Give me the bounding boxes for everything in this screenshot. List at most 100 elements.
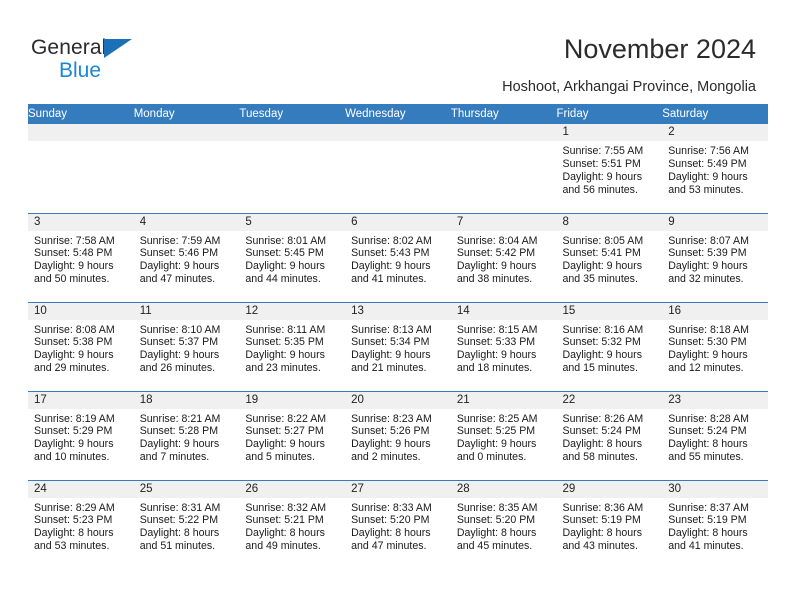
- sunrise-time: Sunrise: 8:35 AM: [456, 501, 538, 514]
- daylight-duration-line1: Daylight: 9 hours: [245, 349, 325, 362]
- sunrise-time: Sunrise: 8:18 AM: [668, 323, 749, 336]
- calendar-day-cell[interactable]: 13 Sunrise: 8:13 AM Sunset: 5:34 PM Dayligh…: [345, 301, 451, 391]
- calendar-day-cell[interactable]: 27 Sunrise: 8:33 AM Sunset: 5:20 PM Dayligh…: [345, 479, 451, 569]
- day-number: 6: [345, 213, 451, 231]
- daylight-duration-line1: Daylight: 9 hours: [562, 349, 643, 362]
- calendar-day-cell[interactable]: 24 Sunrise: 8:29 AM Sunset: 5:23 PM Dayligh…: [28, 479, 134, 569]
- sunset-time: Sunset: 5:41 PM: [562, 247, 641, 260]
- daylight-duration-line1: Daylight: 8 hours: [456, 527, 537, 540]
- calendar-day-cell[interactable]: 25 Sunrise: 8:31 AM Sunset: 5:22 PM Dayligh…: [133, 479, 240, 569]
- sunset-time: Sunset: 5:48 PM: [34, 247, 113, 260]
- calendar-day-cell[interactable]: 9 Sunrise: 8:07 AM Sunset: 5:39 PM Daylight…: [662, 212, 768, 302]
- calendar-day-cell[interactable]: 28 Sunrise: 8:35 AM Sunset: 5:20 PM Dayligh…: [450, 479, 557, 569]
- sunrise-time: Sunrise: 8:13 AM: [351, 323, 432, 336]
- day-number: 9: [662, 213, 768, 231]
- sunset-time: Sunset: 5:46 PM: [139, 247, 219, 260]
- calendar-day-cell[interactable]: 10 Sunrise: 8:08 AM Sunset: 5:38 PM Dayligh…: [28, 301, 134, 391]
- day-sun-times: Sunrise: 8:18 AM Sunset: 5:30 PM Daylight:…: [662, 320, 768, 376]
- calendar-day-cell[interactable]: 20 Sunrise: 8:23 AM Sunset: 5:26 PM Dayligh…: [345, 390, 451, 480]
- sunrise-sunset-calendar-table: Sunday Monday Tuesday Wednesday Thursday…: [28, 104, 768, 569]
- daylight-duration-line2: and 50 minutes.: [34, 273, 110, 286]
- day-number: 2: [662, 124, 768, 141]
- calendar-day-cell[interactable]: 12 Sunrise: 8:11 AM Sunset: 5:35 PM Dayligh…: [239, 301, 346, 391]
- daylight-duration-line1: Daylight: 8 hours: [562, 438, 643, 451]
- daylight-duration-line2: and 53 minutes.: [34, 540, 110, 553]
- day-number: 27: [345, 480, 451, 498]
- calendar-day-cell[interactable]: 11 Sunrise: 8:10 AM Sunset: 5:37 PM Dayligh…: [133, 301, 240, 391]
- calendar-week-row: 10 Sunrise: 8:08 AM Sunset: 5:38 PM Dayligh…: [28, 301, 768, 391]
- calendar-day-cell[interactable]: 16 Sunrise: 8:18 AM Sunset: 5:30 PM Dayligh…: [662, 301, 768, 391]
- calendar-day-cell[interactable]: 2 Sunrise: 7:56 AM Sunset: 5:49 PM Daylight…: [662, 124, 768, 213]
- sunset-time: Sunset: 5:19 PM: [668, 514, 747, 527]
- calendar-day-cell[interactable]: 18 Sunrise: 8:21 AM Sunset: 5:28 PM Dayligh…: [133, 390, 240, 480]
- calendar-day-cell[interactable]: 6 Sunrise: 8:02 AM Sunset: 5:43 PM Daylight…: [345, 212, 451, 302]
- daylight-duration-line1: Daylight: 9 hours: [139, 349, 220, 362]
- day-cell-content: [450, 124, 557, 212]
- calendar-day-cell[interactable]: 8 Sunrise: 8:05 AM Sunset: 5:41 PM Daylight…: [556, 212, 663, 302]
- daylight-duration-line2: and 51 minutes.: [139, 540, 216, 553]
- calendar-day-cell[interactable]: 30 Sunrise: 8:37 AM Sunset: 5:19 PM Dayligh…: [662, 479, 768, 569]
- calendar-day-cell[interactable]: 4 Sunrise: 7:59 AM Sunset: 5:46 PM Daylight…: [133, 212, 240, 302]
- day-number: 5: [239, 213, 346, 231]
- day-number: 12: [239, 302, 346, 320]
- calendar-day-cell[interactable]: 19 Sunrise: 8:22 AM Sunset: 5:27 PM Dayligh…: [239, 390, 346, 480]
- daylight-duration-line1: Daylight: 9 hours: [351, 349, 431, 362]
- calendar-day-cell[interactable]: 5 Sunrise: 8:01 AM Sunset: 5:45 PM Daylight…: [239, 212, 346, 302]
- daylight-duration-line2: and 38 minutes.: [456, 273, 533, 286]
- day-cell-content: 3 Sunrise: 7:58 AM Sunset: 5:48 PM Daylight…: [28, 213, 134, 302]
- calendar-day-cell-empty: [28, 124, 134, 213]
- day-cell-content: 22 Sunrise: 8:26 AM Sunset: 5:24 PM Dayligh…: [556, 391, 663, 480]
- day-sun-times: Sunrise: 8:36 AM Sunset: 5:19 PM Daylight:…: [557, 498, 663, 554]
- calendar-day-cell[interactable]: 29 Sunrise: 8:36 AM Sunset: 5:19 PM Dayligh…: [556, 479, 663, 569]
- weekday-header-tuesday: Tuesday: [239, 104, 346, 124]
- calendar-week-row: 17 Sunrise: 8:19 AM Sunset: 5:29 PM Dayligh…: [28, 390, 768, 480]
- day-number: 19: [239, 391, 346, 409]
- calendar-day-cell[interactable]: 14 Sunrise: 8:15 AM Sunset: 5:33 PM Dayligh…: [450, 301, 557, 391]
- day-cell-content: 30 Sunrise: 8:37 AM Sunset: 5:19 PM Dayligh…: [662, 480, 768, 569]
- calendar-day-cell[interactable]: 21 Sunrise: 8:25 AM Sunset: 5:25 PM Dayligh…: [450, 390, 557, 480]
- calendar-day-cell[interactable]: 26 Sunrise: 8:32 AM Sunset: 5:21 PM Dayligh…: [239, 479, 346, 569]
- sunset-time: Sunset: 5:43 PM: [351, 247, 430, 260]
- sunrise-time: Sunrise: 8:23 AM: [351, 412, 432, 425]
- day-cell-content: 18 Sunrise: 8:21 AM Sunset: 5:28 PM Dayligh…: [133, 391, 240, 480]
- day-cell-content: 12 Sunrise: 8:11 AM Sunset: 5:35 PM Dayligh…: [239, 302, 346, 391]
- day-cell-content: 16 Sunrise: 8:18 AM Sunset: 5:30 PM Dayligh…: [662, 302, 768, 391]
- sunrise-time: Sunrise: 7:55 AM: [562, 145, 644, 157]
- daylight-duration-line1: Daylight: 9 hours: [456, 438, 537, 451]
- logo-triangle-icon: [104, 39, 132, 58]
- day-number: [450, 124, 557, 141]
- sunrise-time: Sunrise: 8:01 AM: [245, 234, 327, 247]
- calendar-day-cell[interactable]: 3 Sunrise: 7:58 AM Sunset: 5:48 PM Daylight…: [28, 212, 134, 302]
- calendar-day-cell[interactable]: 17 Sunrise: 8:19 AM Sunset: 5:29 PM Dayligh…: [28, 390, 134, 480]
- daylight-duration-line2: and 44 minutes.: [245, 273, 321, 286]
- calendar-day-cell[interactable]: 1 Sunrise: 7:55 AM Sunset: 5:51 PM Daylight…: [556, 124, 663, 213]
- day-sun-times: Sunrise: 8:01 AM Sunset: 5:45 PM Daylight:…: [239, 231, 345, 287]
- calendar-day-cell-empty: [450, 124, 557, 213]
- sunrise-time: Sunrise: 8:19 AM: [34, 412, 115, 425]
- daylight-duration-line1: Daylight: 9 hours: [456, 260, 537, 273]
- daylight-duration-line2: and 56 minutes.: [562, 183, 638, 196]
- calendar-day-cell[interactable]: 7 Sunrise: 8:04 AM Sunset: 5:42 PM Daylight…: [450, 212, 557, 302]
- day-number: 30: [662, 480, 768, 498]
- day-cell-content: 1 Sunrise: 7:55 AM Sunset: 5:51 PM Daylight…: [556, 124, 663, 212]
- day-cell-content: 20 Sunrise: 8:23 AM Sunset: 5:26 PM Dayligh…: [345, 391, 451, 480]
- day-cell-content: 15 Sunrise: 8:16 AM Sunset: 5:32 PM Dayligh…: [556, 302, 663, 391]
- day-cell-content: 11 Sunrise: 8:10 AM Sunset: 5:37 PM Dayligh…: [133, 302, 240, 391]
- calendar-day-cell[interactable]: 15 Sunrise: 8:16 AM Sunset: 5:32 PM Dayligh…: [556, 301, 663, 391]
- daylight-duration-line1: Daylight: 9 hours: [668, 170, 748, 183]
- daylight-duration-line2: and 2 minutes.: [351, 451, 421, 464]
- general-blue-logo[interactable]: General Blue: [31, 36, 211, 86]
- sunrise-time: Sunrise: 8:37 AM: [668, 501, 749, 514]
- daylight-duration-line1: Daylight: 9 hours: [668, 260, 748, 273]
- calendar-day-cell[interactable]: 22 Sunrise: 8:26 AM Sunset: 5:24 PM Dayligh…: [556, 390, 663, 480]
- sunset-time: Sunset: 5:42 PM: [456, 247, 536, 260]
- calendar-day-cell[interactable]: 23 Sunrise: 8:28 AM Sunset: 5:24 PM Dayligh…: [662, 390, 768, 480]
- day-cell-content: 21 Sunrise: 8:25 AM Sunset: 5:25 PM Dayligh…: [450, 391, 557, 480]
- daylight-duration-line2: and 47 minutes.: [351, 540, 427, 553]
- day-cell-content: 25 Sunrise: 8:31 AM Sunset: 5:22 PM Dayligh…: [133, 480, 240, 569]
- daylight-duration-line2: and 12 minutes.: [668, 362, 744, 375]
- daylight-duration-line1: Daylight: 9 hours: [351, 260, 431, 273]
- sunrise-time: Sunrise: 8:25 AM: [456, 412, 538, 425]
- daylight-duration-line1: Daylight: 9 hours: [34, 260, 114, 273]
- daylight-duration-line1: Daylight: 8 hours: [139, 527, 220, 540]
